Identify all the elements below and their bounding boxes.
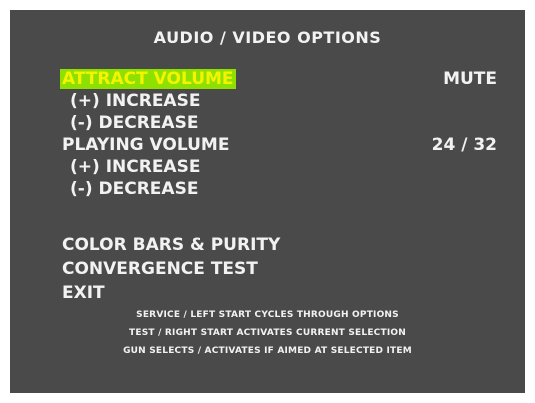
menu-item-color-bars[interactable]: COLOR BARS & PURITY: [62, 234, 280, 256]
options-screen: AUDIO / VIDEO OPTIONS ATTRACT VOLUME MUT…: [10, 10, 525, 393]
attract-volume-value: MUTE: [443, 69, 497, 89]
menu-item-convergence-test[interactable]: CONVERGENCE TEST: [62, 258, 258, 280]
menu-item-playing-increase[interactable]: (+) INCREASE: [70, 156, 200, 178]
menu-item-playing-volume[interactable]: PLAYING VOLUME: [62, 134, 229, 156]
attract-volume-label: ATTRACT VOLUME: [60, 69, 236, 89]
menu-item-attract-volume[interactable]: ATTRACT VOLUME: [60, 68, 236, 90]
screen-title: AUDIO / VIDEO OPTIONS: [153, 28, 382, 47]
help-line-2: TEST / RIGHT START ACTIVATES CURRENT SEL…: [129, 328, 406, 338]
menu-item-attract-decrease[interactable]: (-) DECREASE: [70, 112, 198, 134]
playing-volume-value: 24 / 32: [431, 135, 497, 155]
menu-item-attract-increase[interactable]: (+) INCREASE: [70, 90, 200, 112]
menu-item-exit[interactable]: EXIT: [62, 282, 105, 304]
help-line-1: SERVICE / LEFT START CYCLES THROUGH OPTI…: [136, 310, 399, 320]
menu-item-playing-decrease[interactable]: (-) DECREASE: [70, 178, 198, 200]
help-line-3: GUN SELECTS / ACTIVATES IF AIMED AT SELE…: [123, 346, 412, 356]
